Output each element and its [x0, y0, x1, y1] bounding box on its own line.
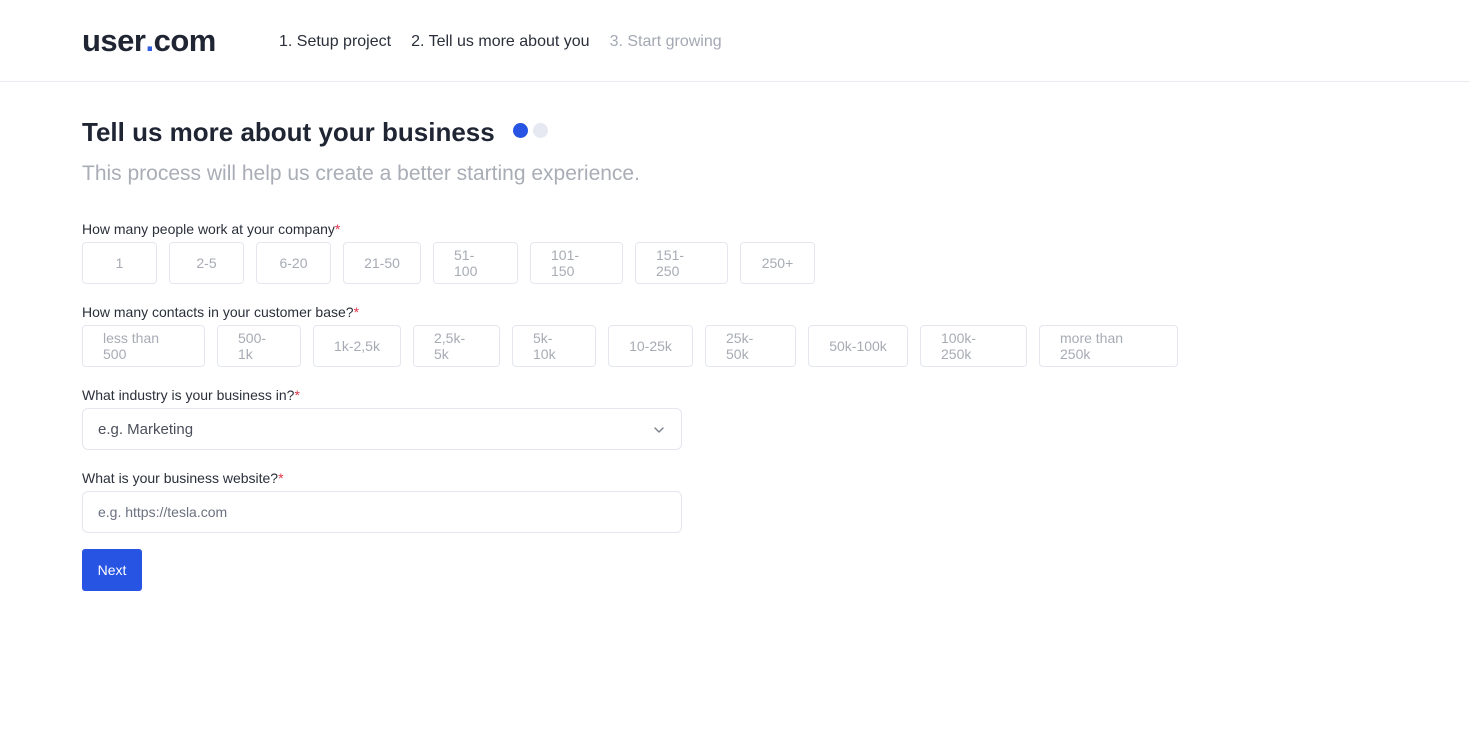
contacts-option[interactable]: 10-25k — [608, 325, 693, 367]
next-button[interactable]: Next — [82, 549, 142, 591]
company-size-option[interactable]: 6-20 — [256, 242, 331, 284]
chevron-down-icon — [654, 427, 664, 433]
company-size-options: 1 2-5 6-20 21-50 51-100 101-150 151-250 … — [82, 242, 815, 284]
progress-dot-1 — [512, 122, 528, 138]
company-size-option[interactable]: 1 — [82, 242, 157, 284]
company-size-label: How many people work at your company* — [82, 221, 341, 237]
step-start-growing: 3. Start growing — [609, 33, 722, 50]
contacts-option[interactable]: less than 500 — [82, 325, 205, 367]
page-subtitle: This process will help us create a bette… — [82, 162, 640, 185]
progress-dot-2 — [532, 122, 548, 138]
website-field — [82, 491, 682, 533]
contacts-option[interactable]: 5k-10k — [512, 325, 596, 367]
website-label: What is your business website?* — [82, 470, 284, 486]
contacts-options: less than 500 500-1k 1k-2,5k 2,5k-5k 5k-… — [82, 325, 1178, 367]
required-mark: * — [278, 470, 284, 486]
page-title: Tell us more about your business — [82, 117, 495, 147]
top-bar: user. com 1. Setup project 2. Tell us mor… — [0, 0, 1470, 82]
contacts-option[interactable]: 50k-100k — [808, 325, 908, 367]
company-size-option[interactable]: 101-150 — [530, 242, 623, 284]
onboarding-steps: 1. Setup project 2. Tell us more about y… — [279, 31, 722, 53]
required-mark: * — [294, 387, 300, 403]
required-mark: * — [353, 304, 360, 320]
website-input[interactable] — [83, 492, 681, 532]
company-size-option[interactable]: 2-5 — [169, 242, 244, 284]
title-row: Tell us more about your business — [82, 115, 548, 149]
company-size-option[interactable]: 21-50 — [343, 242, 421, 284]
contacts-label: How many contacts in your customer base?… — [82, 304, 360, 320]
contacts-option[interactable]: 1k-2,5k — [313, 325, 401, 367]
progress-dots — [512, 122, 548, 138]
industry-select-placeholder: e.g. Marketing — [98, 421, 194, 438]
company-size-option[interactable]: 51-100 — [433, 242, 518, 284]
industry-label: What industry is your business in?* — [82, 387, 300, 403]
company-size-option[interactable]: 151-250 — [635, 242, 728, 284]
step-tell-us-more[interactable]: 2. Tell us more about you — [411, 31, 589, 53]
user-com-logo[interactable]: user. com — [82, 22, 216, 60]
contacts-option[interactable]: 2,5k-5k — [413, 325, 500, 367]
step-setup-project[interactable]: 1. Setup project — [279, 31, 391, 53]
contacts-option[interactable]: 500-1k — [217, 325, 301, 367]
industry-select[interactable]: e.g. Marketing — [82, 408, 682, 450]
contacts-option[interactable]: more than 250k — [1039, 325, 1178, 367]
required-mark: * — [334, 221, 341, 237]
company-size-option[interactable]: 250+ — [740, 242, 815, 284]
contacts-option[interactable]: 100k-250k — [920, 325, 1027, 367]
contacts-option[interactable]: 25k-50k — [705, 325, 796, 367]
